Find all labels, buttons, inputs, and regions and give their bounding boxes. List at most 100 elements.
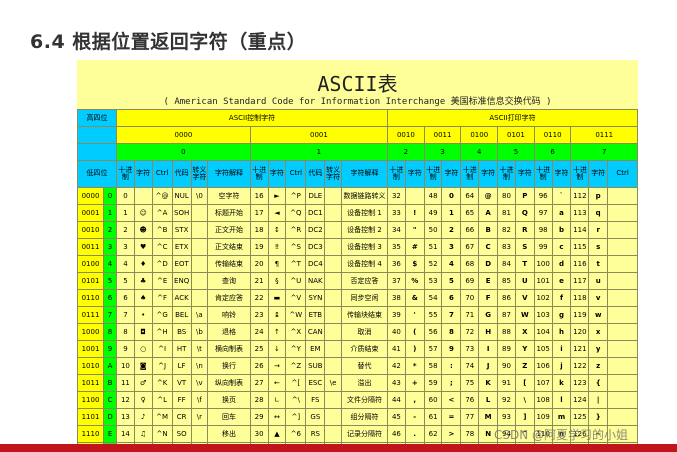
decimal-cell: 70: [460, 289, 480, 307]
control-cell: BS: [171, 323, 192, 341]
high-hex-label: 4: [460, 143, 499, 161]
control-cell: [324, 204, 342, 222]
char-cell: s: [588, 238, 609, 256]
high-bits-label: 0000: [116, 126, 251, 144]
char-cell: 0: [441, 187, 462, 205]
control-cell: \e: [324, 374, 342, 392]
column-header: 十进制: [423, 160, 443, 188]
char-cell: l: [551, 391, 572, 409]
decimal-cell: 42: [387, 357, 406, 375]
decimal-cell: 78: [460, 425, 480, 443]
control-cell: NAK: [305, 272, 326, 290]
control-cell: 17: [249, 204, 269, 222]
control-cell: 溢出: [340, 374, 389, 392]
control-cell: ETX: [171, 238, 192, 256]
decimal-cell: 107: [533, 374, 553, 392]
char-cell: T: [514, 255, 535, 273]
char-cell: R: [514, 221, 535, 239]
decimal-cell: 32: [387, 187, 406, 205]
column-header: 字符: [514, 160, 535, 188]
high-hex-label: 5: [497, 143, 535, 161]
control-cell: [190, 238, 209, 256]
control-cell: LF: [171, 357, 192, 375]
decimal-cell: 73: [460, 340, 480, 358]
decimal-cell: 71: [460, 306, 480, 324]
control-cell: ^J: [151, 357, 173, 375]
control-cell: 横向制表: [207, 340, 251, 358]
decimal-cell: 53: [423, 272, 443, 290]
decimal-cell: 105: [533, 340, 553, 358]
decimal-cell: 121: [570, 340, 590, 358]
column-header: 转义字符: [190, 160, 209, 188]
control-cell: 0: [116, 187, 135, 205]
decimal-cell: 106: [533, 357, 553, 375]
control-cell: 换页: [207, 391, 251, 409]
column-header: 代码: [171, 160, 192, 188]
decimal-cell: 97: [533, 204, 553, 222]
char-cell: &: [404, 289, 425, 307]
char-cell: [: [514, 374, 535, 392]
control-cell: ^U: [285, 272, 307, 290]
control-cell: ^F: [151, 289, 173, 307]
decimal-cell: 72: [460, 323, 480, 341]
control-cell: §: [267, 272, 287, 290]
char-cell: ): [404, 340, 425, 358]
control-cell: 21: [249, 272, 269, 290]
decimal-cell: 93: [497, 408, 516, 426]
decimal-cell: 65: [460, 204, 480, 222]
decimal-cell: 99: [533, 238, 553, 256]
table-row: 0010 2 2 ☻ ^B STX 正文开始 18 ↕ ^R DC2 设备控制 2 34 " 50 2 66 B 8…: [77, 221, 638, 239]
char-cell: r: [588, 221, 609, 239]
char-cell: 2: [441, 221, 462, 239]
control-cell: 设备控制 3: [340, 238, 389, 256]
decimal-cell: 50: [423, 221, 443, 239]
low-hex-label: C: [103, 391, 118, 409]
control-cell: ^X: [285, 323, 307, 341]
table-row: 1000 8 8 ◘ ^H BS \b 退格 24 ↑ ^X CAN 取消 40(56 8 72 H 88 X 104…: [77, 323, 638, 341]
high-hex-label: 7: [570, 143, 638, 161]
control-cell: ♥: [133, 238, 153, 256]
char-cell: F: [478, 289, 499, 307]
control-cell: [324, 221, 342, 239]
control-cell: [190, 204, 209, 222]
high-bits-label: 0011: [423, 126, 462, 144]
control-cell: ^\: [285, 391, 307, 409]
control-cell: 正文开始: [207, 221, 251, 239]
high-hex-row: 01234567: [77, 143, 638, 161]
column-header: 十进制: [249, 160, 269, 188]
decimal-cell: 96: [533, 187, 553, 205]
ctrl-cell: [607, 221, 638, 239]
control-cell: FF: [171, 391, 192, 409]
control-cell: 7: [116, 306, 135, 324]
table-row: 0111 7 7 • ^G BEL \a 响铃 23 ↨ ^W ETB 传输块结束 39 ' 55 7 71 G 87…: [77, 306, 638, 324]
decimal-cell: 40: [387, 323, 406, 341]
decimal-cell: 89: [497, 340, 516, 358]
control-cell: HT: [171, 340, 192, 358]
control-cell: CR: [171, 408, 192, 426]
decimal-cell: 68: [460, 255, 480, 273]
control-cell: [133, 187, 153, 205]
control-cell: 换行: [207, 357, 251, 375]
decimal-cell: 88: [497, 323, 516, 341]
low-bits-label: 0111: [77, 306, 105, 324]
table-row: 0001 1 1 ☺ ^A SOH 标题开始 17 ◄ ^Q DC1 设备控制 1 33! 49 1 65 A 8…: [77, 204, 638, 222]
char-cell: 7: [441, 306, 462, 324]
char-cell: (: [404, 323, 425, 341]
control-cell: 替代: [340, 357, 389, 375]
high-hex-label: 0: [116, 143, 251, 161]
decimal-cell: 55: [423, 306, 443, 324]
decimal-cell: 43: [387, 374, 406, 392]
control-cell: 12: [116, 391, 135, 409]
ctrl-cell: [607, 272, 638, 290]
char-cell: Y: [514, 340, 535, 358]
control-cell: ESC: [305, 374, 326, 392]
low-bits-label: 0011: [77, 238, 105, 256]
char-cell: b: [551, 221, 572, 239]
char-cell: Q: [514, 204, 535, 222]
column-header: 十进制: [116, 160, 135, 188]
control-cell: [190, 272, 209, 290]
decimal-cell: 77: [460, 408, 480, 426]
column-header: 字符: [478, 160, 499, 188]
control-cell: 文件分隔符: [340, 391, 389, 409]
low-hex-label: 2: [103, 221, 118, 239]
